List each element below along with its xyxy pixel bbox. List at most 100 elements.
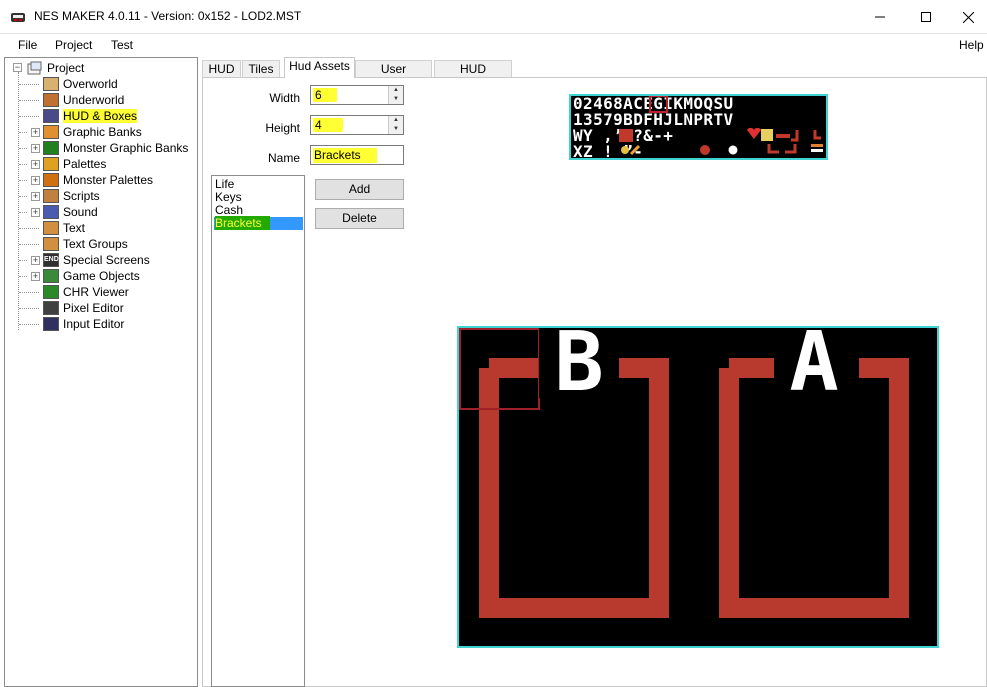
- close-button[interactable]: [945, 0, 987, 34]
- tree-expand-toggle[interactable]: +: [31, 160, 40, 169]
- tree-item-label: Input Editor: [63, 317, 125, 331]
- menu-help[interactable]: Help: [959, 38, 984, 52]
- tab-user-variables[interactable]: User Variables: [355, 60, 432, 92]
- tree-connector: [19, 84, 39, 85]
- chevron-up-icon[interactable]: ▲: [389, 116, 403, 125]
- tree-item-game-objects[interactable]: Game Objects: [43, 268, 140, 284]
- close-icon: [962, 11, 974, 23]
- list-item-label: Brackets: [215, 216, 270, 230]
- tree-connector: [19, 324, 39, 325]
- tree-item-text[interactable]: Text: [43, 220, 85, 236]
- tree-connector: [19, 148, 27, 149]
- palettes-icon: [43, 157, 59, 171]
- menu-test[interactable]: Test: [111, 38, 133, 52]
- tree-item-label: Underworld: [63, 93, 125, 107]
- delete-button[interactable]: Delete: [315, 208, 404, 229]
- tree-item-label: Text Groups: [63, 237, 128, 251]
- tree-item-chr-viewer[interactable]: CHR Viewer: [43, 284, 129, 300]
- tree-expand-toggle[interactable]: +: [31, 144, 40, 153]
- tree-expand-toggle[interactable]: +: [31, 176, 40, 185]
- heart-icon: [747, 127, 761, 139]
- tree-expand-toggle[interactable]: +: [31, 272, 40, 281]
- tree-root[interactable]: Project: [27, 60, 84, 76]
- menu-project[interactable]: Project: [55, 38, 92, 52]
- tree-item-label: HUD & Boxes: [63, 109, 138, 123]
- tree-item-monster-graphic-banks[interactable]: Monster Graphic Banks: [43, 140, 188, 156]
- tree-item-pixel-editor[interactable]: Pixel Editor: [43, 300, 124, 316]
- chevron-up-icon[interactable]: ▲: [389, 86, 403, 95]
- tree-item-palettes[interactable]: Palettes: [43, 156, 106, 172]
- special-screens-icon: END: [43, 253, 59, 267]
- tree-item-monster-palettes[interactable]: Monster Palettes: [43, 172, 153, 188]
- scripts-icon: [43, 189, 59, 203]
- tab-hud[interactable]: HUD: [202, 60, 241, 78]
- menu-file[interactable]: File: [18, 38, 37, 52]
- width-label: Width: [269, 91, 300, 105]
- tree-item-label: Sound: [63, 205, 98, 219]
- tile-cursor: [649, 96, 668, 113]
- preview-graphics: [459, 328, 909, 618]
- hud-assets-list[interactable]: Life Keys Cash Brackets: [211, 175, 305, 687]
- tree-connector: [19, 132, 27, 133]
- tab-tiles[interactable]: Tiles: [242, 60, 280, 78]
- tree-expand-toggle[interactable]: +: [31, 208, 40, 217]
- tree-item-label: Graphic Banks: [63, 125, 142, 139]
- tree-connector: [19, 196, 27, 197]
- graphic-banks-icon: [43, 125, 59, 139]
- pixel-editor-icon: [43, 301, 59, 315]
- tree-connector: [19, 260, 27, 261]
- bomb-icon: [700, 145, 710, 155]
- tree-item-hud-boxes[interactable]: HUD & Boxes: [43, 108, 138, 124]
- tree-item-label: Game Objects: [63, 269, 140, 283]
- tree-item-label: Palettes: [63, 157, 107, 171]
- sound-icon: [43, 205, 59, 219]
- tree-expand-toggle[interactable]: +: [31, 192, 40, 201]
- width-stepper[interactable]: 6 ▲ ▼: [310, 85, 404, 105]
- tree-item-sound[interactable]: Sound: [43, 204, 98, 220]
- text-groups-icon: [43, 237, 59, 251]
- tree-connector: [19, 212, 27, 213]
- tab-hud-assets[interactable]: Hud Assets: [284, 57, 355, 78]
- tree-expand-toggle[interactable]: +: [31, 128, 40, 137]
- chevron-down-icon[interactable]: ▼: [389, 125, 403, 134]
- chevron-down-icon[interactable]: ▼: [389, 95, 403, 104]
- tree-connector: [19, 244, 39, 245]
- tree-item-underworld[interactable]: Underworld: [43, 92, 124, 108]
- tree-connector: [19, 292, 39, 293]
- text-icon: [43, 221, 59, 235]
- maximize-button[interactable]: [903, 0, 949, 34]
- tree-item-label: Monster Palettes: [63, 173, 154, 187]
- tree-collapse-toggle[interactable]: −: [13, 63, 22, 72]
- tree-expand-toggle[interactable]: +: [31, 256, 40, 265]
- red-bar-tile: [776, 134, 790, 138]
- tree-item-special-screens[interactable]: END Special Screens: [43, 252, 150, 268]
- tree-item-input-editor[interactable]: Input Editor: [43, 316, 124, 332]
- width-value[interactable]: 6: [313, 88, 337, 102]
- underworld-icon: [43, 93, 59, 107]
- project-tree[interactable]: − Project Overworld Underworld HUD & Boxes…: [4, 57, 198, 687]
- tree-item-overworld[interactable]: Overworld: [43, 76, 118, 92]
- tree-connector: [19, 276, 27, 277]
- tree-item-scripts[interactable]: Scripts: [43, 188, 100, 204]
- height-stepper[interactable]: 4 ▲ ▼: [310, 115, 404, 135]
- input-editor-icon: [43, 317, 59, 331]
- tab-hud-elements[interactable]: HUD Elements: [434, 60, 512, 92]
- name-field[interactable]: Brackets: [310, 145, 404, 165]
- chr-viewer-icon: [43, 285, 59, 299]
- game-objects-icon: [43, 269, 59, 283]
- hud-preview-canvas[interactable]: B A: [457, 326, 939, 648]
- tree-connector: [19, 100, 39, 101]
- tree-item-text-groups[interactable]: Text Groups: [43, 236, 128, 252]
- tree-connector: [19, 116, 39, 117]
- tree-item-label: Monster Graphic Banks: [63, 141, 189, 155]
- list-item-selected[interactable]: Brackets: [214, 216, 303, 230]
- height-value[interactable]: 4: [313, 118, 343, 132]
- button-a-letter: A: [774, 328, 854, 404]
- tree-item-label: CHR Viewer: [63, 285, 129, 299]
- tree-item-graphic-banks[interactable]: Graphic Banks: [43, 124, 142, 140]
- minimize-button[interactable]: [857, 0, 903, 34]
- add-button[interactable]: Add: [315, 179, 404, 200]
- tileset-strip[interactable]: 02468ACEGIKMOQSU 13579BDFHJLNPRTV WY ,’ …: [569, 94, 828, 160]
- name-value[interactable]: Brackets: [313, 148, 377, 163]
- tree-item-label: Overworld: [63, 77, 118, 91]
